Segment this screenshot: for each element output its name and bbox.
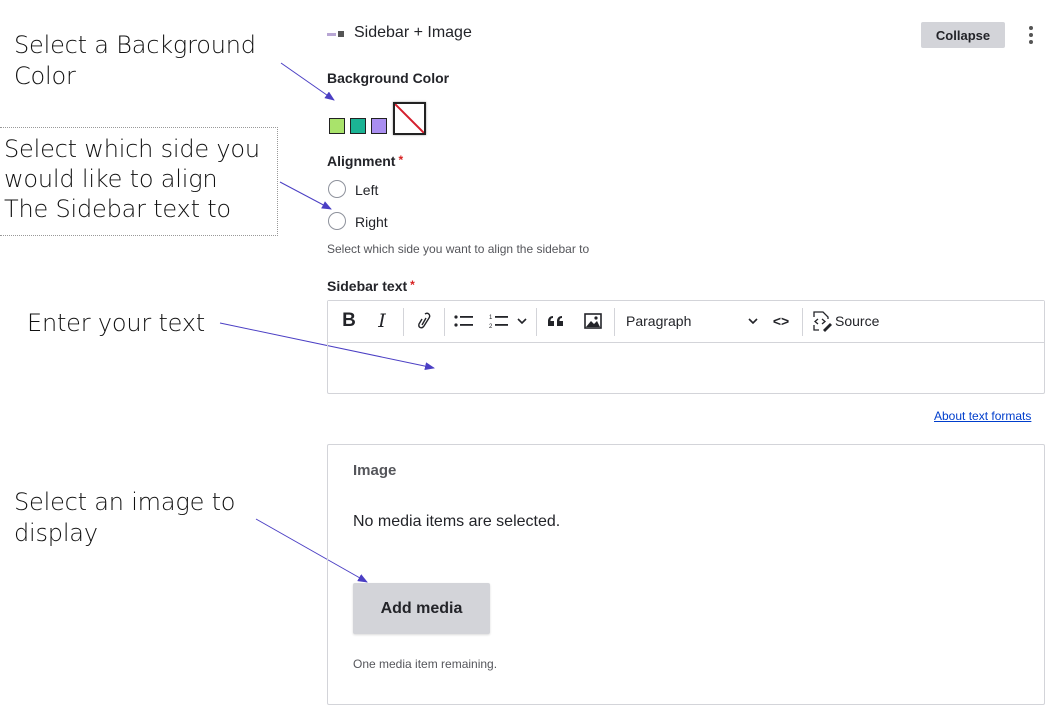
paragraph-title: Sidebar + Image	[354, 24, 472, 41]
toolbar-separator	[403, 308, 404, 336]
about-text-formats-link[interactable]: About text formats	[934, 409, 1031, 423]
toolbar-separator	[444, 308, 445, 336]
editor-toolbar: B I 1 2 Paragraph <> Source	[328, 301, 1044, 343]
swatch-none[interactable]	[393, 102, 426, 135]
annotation-line: would like to align	[4, 165, 218, 193]
alignment-label: Alignment *	[327, 153, 403, 169]
blockquote-button[interactable]	[544, 309, 568, 333]
numbered-list-dropdown[interactable]	[515, 309, 529, 333]
bulleted-list-icon	[454, 315, 473, 327]
bulleted-list-button[interactable]	[452, 309, 476, 333]
paragraph-type-icon	[327, 30, 347, 38]
media-remaining-text: One media item remaining.	[353, 657, 498, 671]
kebab-menu-icon[interactable]	[1024, 24, 1038, 46]
radio-right-label[interactable]: Right	[355, 214, 388, 230]
toolbar-separator	[536, 308, 537, 336]
image-legend: Image	[353, 462, 397, 479]
numbered-list-icon: 1 2	[489, 315, 508, 329]
svg-text:2: 2	[489, 324, 493, 329]
annotation-text: Enter your text	[27, 308, 205, 339]
svg-text:1: 1	[489, 315, 493, 321]
chevron-down-icon	[748, 318, 758, 324]
annotation-line: Select which side you	[4, 135, 260, 163]
annotation-line: display	[14, 519, 98, 547]
radio-left[interactable]	[328, 180, 346, 198]
chevron-down-icon	[517, 318, 527, 324]
italic-button[interactable]: I	[371, 309, 393, 333]
annotation-line: Select an image to	[14, 488, 236, 516]
background-color-label: Background Color	[327, 70, 450, 86]
sidebar-text-label: Sidebar text *	[327, 278, 415, 294]
swatch-light-green[interactable]	[329, 118, 345, 134]
heading-select[interactable]: Paragraph	[618, 309, 758, 333]
required-mark: *	[398, 153, 404, 167]
annotation-line: Select a Background	[14, 31, 256, 59]
sidebar-text-label-text: Sidebar text	[327, 278, 408, 294]
arrow-alignment	[279, 181, 332, 210]
no-color-icon	[395, 104, 424, 133]
toolbar-separator	[802, 308, 803, 336]
alignment-label-text: Alignment	[327, 153, 396, 169]
annotation-line: Color	[14, 62, 76, 90]
link-icon	[418, 312, 431, 329]
swatch-lavender[interactable]	[371, 118, 387, 134]
source-icon	[813, 311, 832, 332]
annotation-background-color: Select a Background Color	[14, 30, 256, 92]
swatch-teal[interactable]	[350, 118, 366, 134]
code-button[interactable]: <>	[768, 309, 794, 333]
required-mark: *	[410, 278, 415, 292]
numbered-list-button[interactable]: 1 2	[487, 309, 511, 333]
blockquote-icon	[548, 316, 563, 326]
source-label: Source	[835, 313, 880, 329]
insert-image-button[interactable]	[581, 309, 605, 333]
annotation-line: The Sidebar text to	[4, 195, 231, 223]
alignment-help-text: Select which side you want to align the …	[327, 242, 590, 256]
link-button[interactable]	[412, 309, 436, 333]
add-media-button[interactable]: Add media	[353, 583, 490, 634]
rich-text-editor: B I 1 2 Paragraph <> Source	[327, 300, 1045, 394]
heading-select-value: Paragraph	[626, 313, 692, 329]
radio-left-label[interactable]: Left	[355, 182, 378, 198]
annotation-alignment: Select which side you would like to alig…	[0, 127, 278, 236]
toolbar-separator	[614, 308, 615, 336]
no-media-message: No media items are selected.	[353, 513, 561, 530]
bold-button[interactable]: B	[338, 309, 360, 333]
sidebar-text-input[interactable]	[328, 343, 1044, 393]
source-button[interactable]: Source	[811, 309, 883, 333]
radio-right[interactable]	[328, 212, 346, 230]
annotation-image: Select an image to display	[14, 487, 235, 549]
collapse-button[interactable]: Collapse	[921, 22, 1005, 48]
image-icon	[584, 313, 602, 329]
annotation-line: Enter your text	[27, 309, 206, 337]
